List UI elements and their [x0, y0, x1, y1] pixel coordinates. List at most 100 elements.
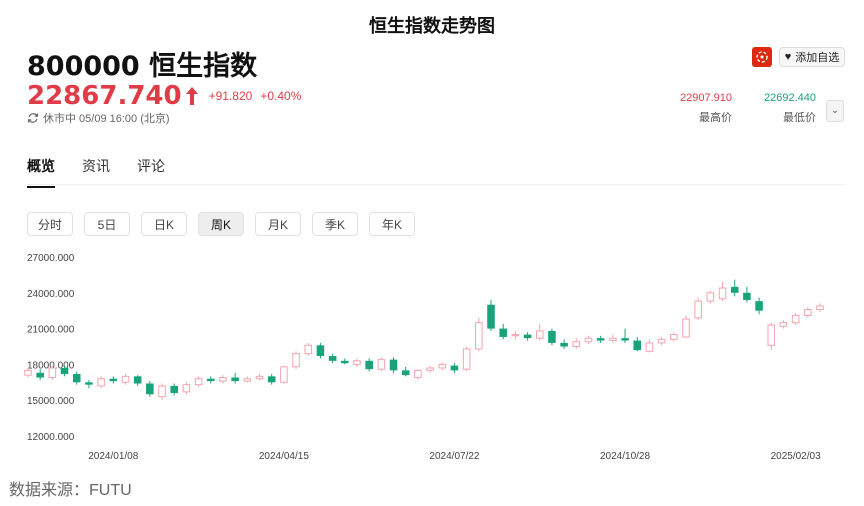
x-tick-label: 2024/01/08: [88, 451, 138, 462]
candle-body: [438, 363, 447, 369]
candle-body: [730, 286, 739, 293]
candle-body: [706, 292, 715, 302]
candle-body: [304, 344, 313, 355]
x-tick-label: 2024/10/28: [600, 451, 650, 462]
candle-body: [194, 378, 203, 386]
y-tick-label: 21000.000: [27, 325, 75, 336]
period-5day[interactable]: 5日: [84, 212, 130, 236]
y-tick-label: 24000.000: [27, 289, 75, 300]
market-status: 休市中 05/09 16:00 (北京): [27, 110, 170, 126]
candle-body: [670, 334, 678, 340]
candle-body: [584, 337, 593, 343]
candle-body: [487, 304, 495, 329]
candle-body: [36, 372, 44, 378]
candle-body: [267, 376, 276, 383]
candle-body: [450, 365, 459, 371]
status-text: 休市中 05/09 16:00 (北京): [43, 113, 170, 125]
candle-body: [609, 337, 617, 342]
candle-body: [572, 341, 581, 348]
low-price-label: 最低价: [783, 112, 816, 124]
x-tick-label: 2024/07/22: [429, 451, 479, 462]
candle-body: [694, 300, 702, 319]
candle-body: [548, 330, 556, 343]
period-daily-k[interactable]: 日K: [141, 212, 187, 236]
candle-body: [170, 385, 178, 394]
candle-body: [316, 345, 325, 357]
candle-body: [743, 292, 751, 300]
page-title: 恒生指数走势图: [369, 16, 495, 37]
high-price: 22907.910 最高价: [668, 92, 732, 125]
candle-body: [255, 375, 264, 380]
candle-body: [426, 367, 434, 371]
collapse-button[interactable]: ⌄: [826, 100, 844, 122]
add-watchlist-button[interactable]: ♥ 添加自选: [779, 47, 845, 67]
period-monthly-k[interactable]: 月K: [255, 212, 301, 236]
data-source: 数据来源：FUTU: [9, 482, 132, 499]
candle-body: [109, 378, 118, 382]
candle-body: [779, 322, 788, 327]
heart-icon: ♥: [784, 51, 792, 63]
candle-body: [389, 359, 398, 371]
candlestick-chart: 27000.00024000.00021000.00018000.0001500…: [24, 253, 824, 462]
period-selector: 分时 5日 日K 周K 月K 季K 年K: [27, 212, 426, 236]
period-intraday[interactable]: 分时: [27, 212, 73, 236]
price-change: +91.820: [208, 89, 253, 103]
y-tick-label: 15000.000: [27, 396, 75, 407]
arrow-up-icon: [185, 87, 198, 105]
candle-body: [158, 385, 166, 398]
x-tick-label: 2025/02/03: [771, 451, 821, 462]
candle-body: [219, 377, 227, 382]
candle-body: [414, 369, 422, 379]
x-tick-label: 2024/04/15: [259, 451, 309, 462]
candle-body: [401, 370, 410, 376]
candle-body: [523, 334, 532, 339]
candle-body: [535, 330, 544, 339]
candle-body: [804, 309, 812, 316]
candle-body: [657, 338, 666, 344]
period-weekly-k[interactable]: 周K: [198, 212, 244, 236]
add-watchlist-label: 添加自选: [795, 52, 840, 64]
tab-divider: [27, 184, 844, 185]
candle-body: [72, 373, 81, 383]
candle-body: [633, 340, 642, 351]
refresh-icon: [27, 113, 39, 123]
candle-body: [596, 338, 605, 341]
candle-body: [97, 378, 105, 387]
candle-body: [328, 356, 337, 361]
candle-body: [682, 318, 690, 338]
candle-body: [133, 376, 142, 384]
y-tick-label: 27000.000: [27, 253, 75, 264]
candle-body: [121, 375, 130, 383]
low-price: 22692.440 最低价: [752, 92, 816, 125]
candle-body: [816, 305, 824, 311]
candle-body: [60, 367, 69, 374]
price-change-pct: +0.40%: [260, 89, 302, 103]
chevron-down-icon: ⌄: [830, 105, 840, 116]
candle-body: [341, 360, 349, 364]
y-tick-label: 12000.000: [27, 432, 75, 443]
period-yearly-k[interactable]: 年K: [369, 212, 415, 236]
candle-body: [560, 342, 568, 347]
candle-body: [292, 353, 300, 368]
period-quarterly-k[interactable]: 季K: [312, 212, 358, 236]
low-price-value: 22692.440: [764, 92, 816, 104]
candle-body: [85, 382, 93, 385]
candle-body: [48, 367, 57, 379]
candle-body: [280, 366, 288, 383]
candle-body: [206, 378, 215, 382]
price-row: 22867.740 +91.820 +0.40%: [27, 80, 309, 112]
current-price: 22867.740: [27, 81, 182, 111]
stock-name: 800000 恒生指数: [27, 51, 258, 82]
candle-body: [645, 342, 654, 352]
candle-body: [767, 324, 776, 346]
candle-body: [718, 287, 727, 300]
candle-body: [243, 378, 252, 382]
candle-body: [475, 322, 483, 350]
high-price-value: 22907.910: [680, 92, 732, 104]
hong-kong-flag-icon: [752, 47, 772, 67]
candle-body: [791, 314, 800, 324]
candle-body: [231, 377, 239, 382]
high-price-label: 最高价: [699, 112, 732, 124]
candle-body: [621, 338, 629, 341]
candle-body: [146, 383, 154, 395]
